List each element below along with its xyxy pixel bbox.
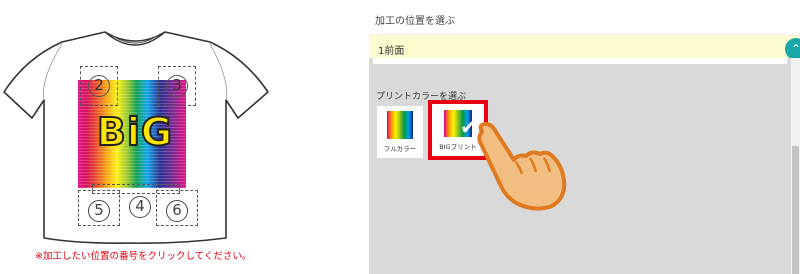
chevron-up-icon[interactable]: ⌃ (785, 38, 800, 60)
pointing-hand-icon (477, 122, 567, 211)
section-title: 加工の位置を選ぶ (375, 16, 455, 27)
option-label: フルカラー (383, 145, 417, 153)
print-color-panel: プリントカラーを選ぶ フルカラー ✔ BIGプリント (369, 58, 791, 274)
panel-divider (373, 58, 787, 64)
zone-6-number[interactable]: 6 (166, 200, 188, 222)
zone-2-number[interactable]: 2 (88, 75, 110, 97)
zone-5-number[interactable]: 5 (88, 200, 110, 222)
big-print-swatch: ✔ (444, 110, 477, 137)
zone-3-number[interactable]: 3 (166, 75, 188, 97)
position-accordion[interactable]: 1前面 ⌃ (369, 34, 800, 60)
zone-4-number[interactable]: 4 (129, 196, 151, 218)
scrollbar-thumb[interactable] (792, 146, 799, 274)
instruction-text: ※加工したい位置の番号をクリックしてください。 (35, 251, 252, 262)
accordion-label: 1前面 (378, 46, 405, 57)
big-logo-text: BiG (96, 109, 174, 155)
full-color-swatch (387, 111, 413, 139)
tshirt-diagram: BiG 2 3 4 5 6 ※加工したい位置の番号をクリックしてください。 (0, 0, 300, 274)
option-full-color[interactable]: フルカラー (377, 106, 423, 158)
scrollbar[interactable] (791, 58, 800, 274)
